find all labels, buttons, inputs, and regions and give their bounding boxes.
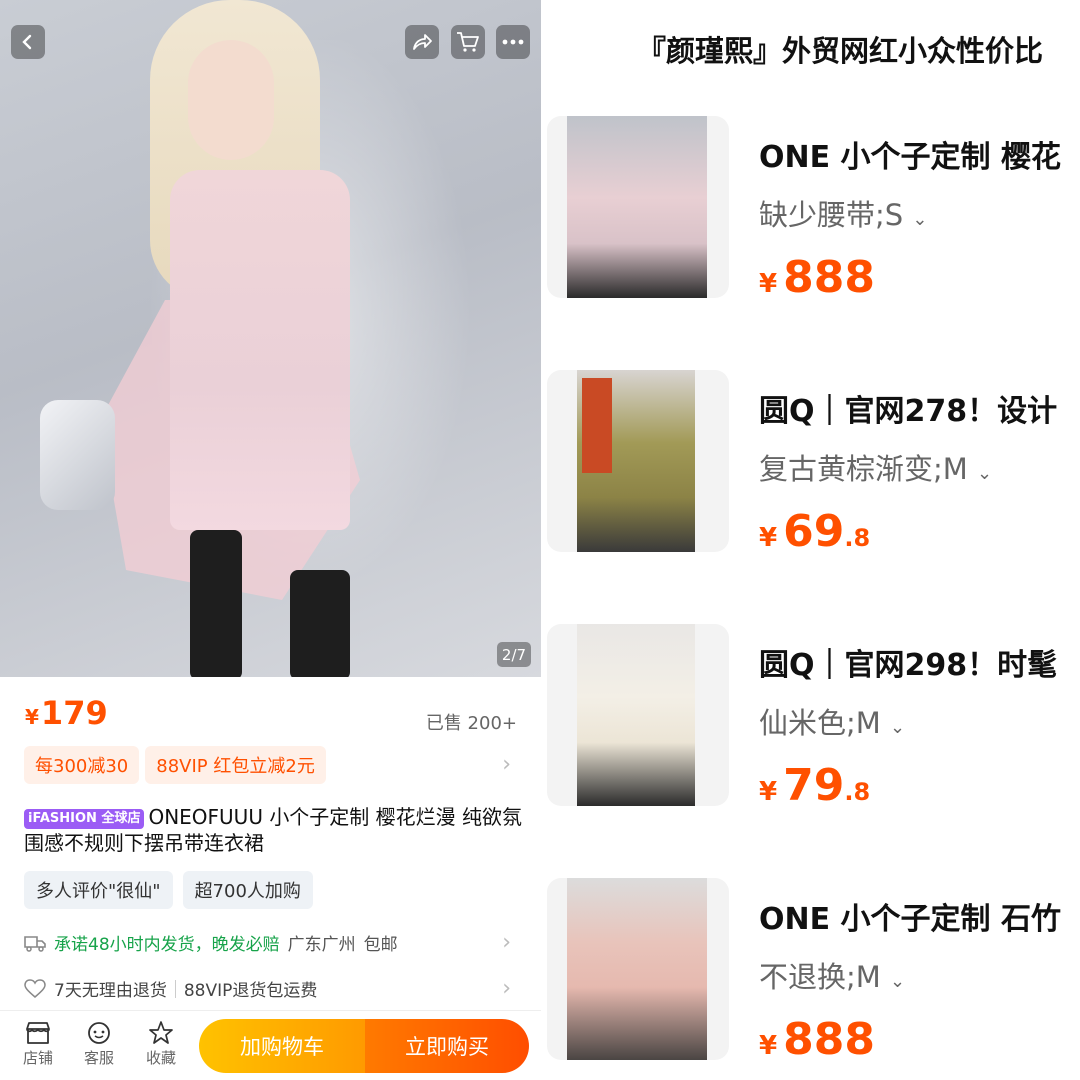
highlight-tag[interactable]: 多人评价"很仙" [24, 871, 173, 909]
model-photo [170, 170, 350, 530]
item-sku-selector[interactable]: 缺少腰带;S ⌄ [759, 192, 928, 234]
return-policy: 7天无理由退货 [54, 981, 167, 1001]
more-icon [502, 39, 524, 45]
price: ¥ 179 [25, 694, 108, 732]
share-icon [413, 34, 432, 50]
shipping-promise: 承诺48小时内发货，晚发必赔 [54, 935, 280, 955]
back-button[interactable] [11, 25, 45, 59]
currency-symbol: ¥ [759, 523, 778, 553]
store-badge: iFASHION 全球店 [24, 809, 145, 829]
item-thumbnail[interactable] [547, 370, 729, 552]
promo-tag[interactable]: 88VIP 红包立减2元 [145, 746, 326, 784]
currency-symbol: ¥ [759, 269, 778, 299]
star-icon [149, 1021, 173, 1044]
currency-symbol: ¥ [759, 1031, 778, 1061]
image-pager: 2/7 [497, 642, 531, 667]
price-value: 179 [40, 694, 108, 732]
store-title: 『颜瑾熙』外贸网红小众性价比 [637, 34, 1044, 68]
chevron-down-icon: ⌄ [977, 463, 993, 484]
free-shipping: 包邮 [363, 935, 398, 955]
currency-symbol: ¥ [759, 777, 778, 807]
add-to-cart-button[interactable]: 加购物车 [199, 1019, 365, 1073]
item-sku: 仙米色;M [759, 706, 881, 740]
highlight-tag[interactable]: 超700人加购 [182, 871, 313, 909]
service-row[interactable]: 7天无理由退货 88VIP退货包运费 [24, 976, 317, 1001]
item-name: ONE 小个子定制 石竹 [759, 902, 1061, 937]
item-sku: 复古黄棕渐变;M [759, 452, 968, 486]
cart-icon [457, 32, 479, 52]
price-decimal: .8 [844, 778, 871, 806]
item-sku: 不退换;M [759, 960, 881, 994]
chat-face-icon [88, 1022, 110, 1044]
list-item[interactable]: ONE 小个子定制 樱花 缺少腰带;S ⌄ ¥888 [541, 116, 1080, 316]
chevron-left-icon [22, 34, 32, 50]
more-button[interactable] [496, 25, 530, 59]
product-title: iFASHION 全球店 ONEOFUUU 小个子定制 樱花烂漫 纯欲氛围感不规则… [24, 804, 524, 856]
item-photo [567, 878, 707, 1060]
heart-icon [24, 978, 46, 998]
item-name: 圆Q｜官网278！设计 [759, 394, 1058, 429]
promo-overlay [582, 378, 612, 473]
store-item-list-panel: 『颜瑾熙』外贸网红小众性价比 ONE 小个子定制 樱花 缺少腰带;S ⌄ ¥88… [541, 0, 1080, 1080]
favorite-label: 收藏 [145, 1049, 176, 1067]
promo-tag[interactable]: 每300减30 [24, 746, 140, 784]
list-item[interactable]: 圆Q｜官网298！时髦 仙米色;M ⌄ ¥79.8 [541, 624, 1080, 824]
vip-return: 88VIP退货包运费 [183, 981, 318, 1001]
price-integer: 79 [783, 760, 845, 811]
item-sku: 缺少腰带;S [759, 198, 904, 232]
service-label: 客服 [83, 1049, 114, 1067]
model-photo [40, 400, 115, 510]
buy-now-button[interactable]: 立即购买 [365, 1019, 529, 1073]
model-photo [290, 570, 350, 677]
list-item[interactable]: 圆Q｜官网278！设计 复古黄棕渐变;M ⌄ ¥69.8 [541, 370, 1080, 570]
model-photo [190, 530, 242, 677]
chevron-down-icon: ⌄ [912, 209, 928, 230]
customer-service-button[interactable]: 客服 [73, 1019, 125, 1068]
item-thumbnail[interactable] [547, 624, 729, 806]
truck-icon [24, 935, 46, 952]
store-icon [26, 1022, 50, 1044]
price-integer: 888 [783, 252, 875, 303]
chevron-down-icon: ⌄ [890, 971, 906, 992]
item-photo [577, 624, 695, 806]
chevron-right-icon[interactable]: › [502, 752, 511, 777]
divider [174, 979, 176, 998]
favorite-button[interactable]: 收藏 [135, 1019, 187, 1068]
shipping-location: 广东广州 [287, 935, 356, 955]
item-price: ¥888 [759, 252, 875, 303]
currency-symbol: ¥ [25, 705, 39, 729]
shop-label: 店铺 [22, 1049, 53, 1067]
price-integer: 888 [783, 1014, 875, 1065]
highlight-tags: 多人评价"很仙" 超700人加购 [24, 871, 313, 909]
model-photo [188, 40, 274, 160]
promo-row[interactable]: 每300减30 88VIP 红包立减2元 [24, 746, 326, 784]
list-item[interactable]: ONE 小个子定制 石竹 不退换;M ⌄ ¥888 [541, 878, 1080, 1078]
item-name: 圆Q｜官网298！时髦 [759, 648, 1058, 683]
item-thumbnail[interactable] [547, 116, 729, 298]
item-price: ¥79.8 [759, 760, 870, 811]
chevron-right-icon[interactable]: › [502, 976, 511, 1001]
item-sku-selector[interactable]: 不退换;M ⌄ [759, 954, 905, 996]
item-price: ¥888 [759, 1014, 875, 1065]
product-detail-panel: 2/7 ¥ 179 已售 200+ 每300减30 88VIP 红包立减2元 ›… [0, 0, 541, 1080]
price-decimal: .8 [844, 524, 871, 552]
product-image-carousel[interactable]: 2/7 [0, 0, 541, 677]
chevron-right-icon[interactable]: › [502, 930, 511, 955]
item-thumbnail[interactable] [547, 878, 729, 1060]
item-price: ¥69.8 [759, 506, 870, 557]
shop-button[interactable]: 店铺 [12, 1019, 64, 1068]
chevron-down-icon: ⌄ [890, 717, 906, 738]
sold-count: 已售 200+ [425, 713, 517, 734]
cart-button[interactable] [451, 25, 485, 59]
shipping-row[interactable]: 承诺48小时内发货，晚发必赔 广东广州 包邮 [24, 930, 398, 955]
bottom-action-bar: 店铺 客服 收藏 加购物车 立即购买 [0, 1010, 541, 1080]
item-photo [567, 116, 707, 298]
item-sku-selector[interactable]: 复古黄棕渐变;M ⌄ [759, 446, 992, 488]
item-name: ONE 小个子定制 樱花 [759, 140, 1061, 175]
item-sku-selector[interactable]: 仙米色;M ⌄ [759, 700, 905, 742]
share-button[interactable] [405, 25, 439, 59]
price-integer: 69 [783, 506, 845, 557]
